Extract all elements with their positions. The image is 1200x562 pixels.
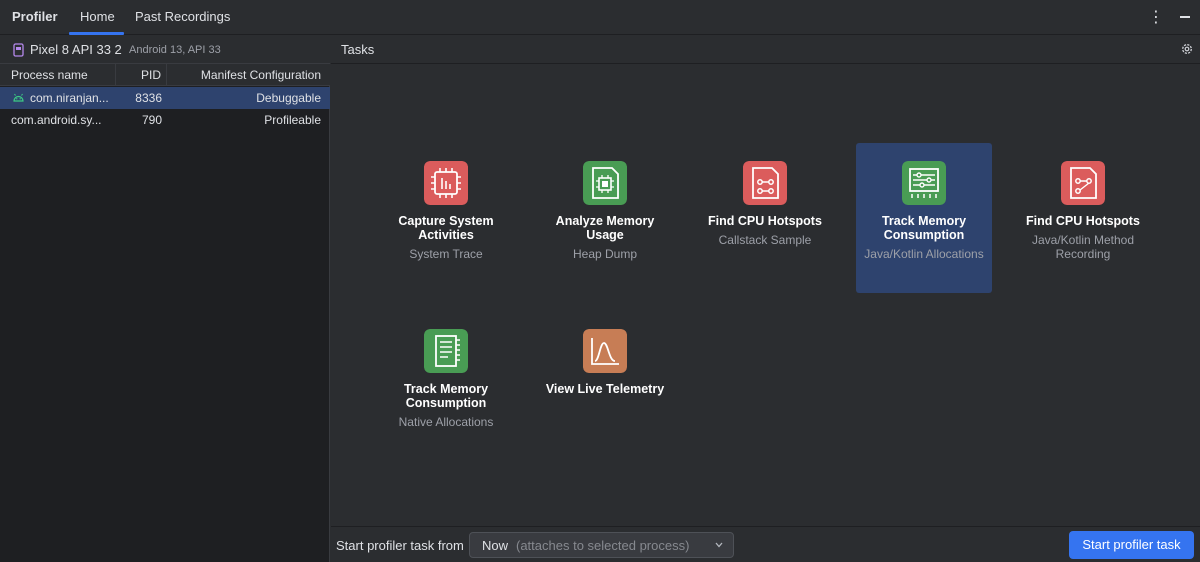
tasks-header: Tasks [331, 36, 1200, 64]
column-pid[interactable]: PID [141, 68, 161, 82]
process-pid: 8336 [135, 91, 162, 105]
task-title: Find CPU Hotspots [708, 214, 822, 228]
task-subtitle: Native Allocations [398, 415, 494, 429]
java-allocations-icon [902, 161, 946, 205]
gear-icon[interactable] [1180, 42, 1194, 56]
column-divider [115, 64, 116, 86]
bottom-bar: Start profiler task from Now (attaches t… [331, 526, 1200, 562]
task-analyze-memory-usage[interactable]: Analyze Memory Usage Heap Dump [537, 143, 673, 293]
column-manifest-configuration[interactable]: Manifest Configuration [201, 68, 321, 82]
minimize-icon[interactable] [1180, 16, 1190, 18]
task-subtitle: Java/Kotlin Allocations [864, 247, 984, 261]
task-track-memory-java-kotlin[interactable]: Track Memory Consumption Java/Kotlin All… [856, 143, 992, 293]
task-capture-system-activities[interactable]: Capture System Activities System Trace [378, 143, 514, 293]
chevron-down-icon [715, 542, 723, 548]
task-title: View Live Telemetry [545, 382, 665, 396]
method-recording-icon [1061, 161, 1105, 205]
start-task-from-label: Start profiler task from [336, 538, 464, 553]
callstack-icon [743, 161, 787, 205]
dropdown-hint: (attaches to selected process) [516, 538, 690, 553]
process-row[interactable]: com.android.sy... 790 Profileable [0, 109, 330, 131]
system-trace-icon [424, 161, 468, 205]
active-tab-indicator [69, 32, 124, 35]
task-subtitle: Java/Kotlin Method Recording [1031, 233, 1135, 261]
task-title: Find CPU Hotspots [1026, 214, 1140, 228]
device-api-level: Android 13, API 33 [129, 44, 221, 56]
task-subtitle: System Trace [409, 247, 483, 261]
column-divider [166, 64, 167, 86]
process-panel: Pixel 8 API 33 2 Android 13, API 33 Proc… [0, 36, 330, 562]
start-profiler-task-button[interactable]: Start profiler task [1069, 531, 1194, 559]
device-selector[interactable]: Pixel 8 API 33 2 Android 13, API 33 [0, 36, 330, 64]
task-find-cpu-hotspots-callstack[interactable]: Find CPU Hotspots Callstack Sample [697, 143, 833, 293]
process-name: com.android.sy... [11, 113, 102, 127]
android-icon [13, 93, 24, 102]
more-options-icon[interactable]: ⋮ [1148, 7, 1164, 27]
tab-home[interactable]: Home [80, 9, 115, 24]
native-allocations-icon [424, 329, 468, 373]
task-title: Track Memory Consumption [403, 382, 489, 410]
task-title: Analyze Memory Usage [555, 214, 655, 242]
task-track-memory-native[interactable]: Track Memory Consumption Native Allocati… [378, 311, 514, 461]
process-manifest-config: Debuggable [256, 91, 321, 105]
telemetry-icon [583, 329, 627, 373]
process-pid: 790 [141, 113, 162, 127]
tab-past-recordings[interactable]: Past Recordings [135, 9, 230, 24]
device-icon [13, 43, 24, 57]
dropdown-value: Now [482, 538, 509, 553]
task-subtitle: Callstack Sample [718, 233, 812, 247]
process-name: com.niranjan... [30, 91, 109, 105]
heap-dump-icon [583, 161, 627, 205]
tasks-panel: Tasks Capture System Activities System T… [331, 36, 1200, 562]
device-name: Pixel 8 API 33 2 [30, 42, 122, 57]
task-find-cpu-hotspots-method-recording[interactable]: Find CPU Hotspots Java/Kotlin Method Rec… [1015, 143, 1151, 293]
process-manifest-config: Profileable [264, 113, 321, 127]
task-view-live-telemetry[interactable]: View Live Telemetry [537, 311, 673, 461]
column-process-name[interactable]: Process name [11, 68, 88, 82]
top-bar: Profiler Home Past Recordings ⋮ [0, 0, 1200, 35]
tasks-label: Tasks [341, 42, 375, 57]
task-subtitle: Heap Dump [572, 247, 638, 261]
process-table-header: Process name PID Manifest Configuration [0, 64, 330, 86]
task-title: Capture System Activities [398, 214, 494, 242]
start-from-dropdown[interactable]: Now (attaches to selected process) [469, 532, 734, 558]
process-row[interactable]: com.niranjan... 8336 Debuggable [0, 87, 330, 109]
task-title: Track Memory Consumption [881, 214, 967, 242]
app-title: Profiler [12, 9, 58, 24]
